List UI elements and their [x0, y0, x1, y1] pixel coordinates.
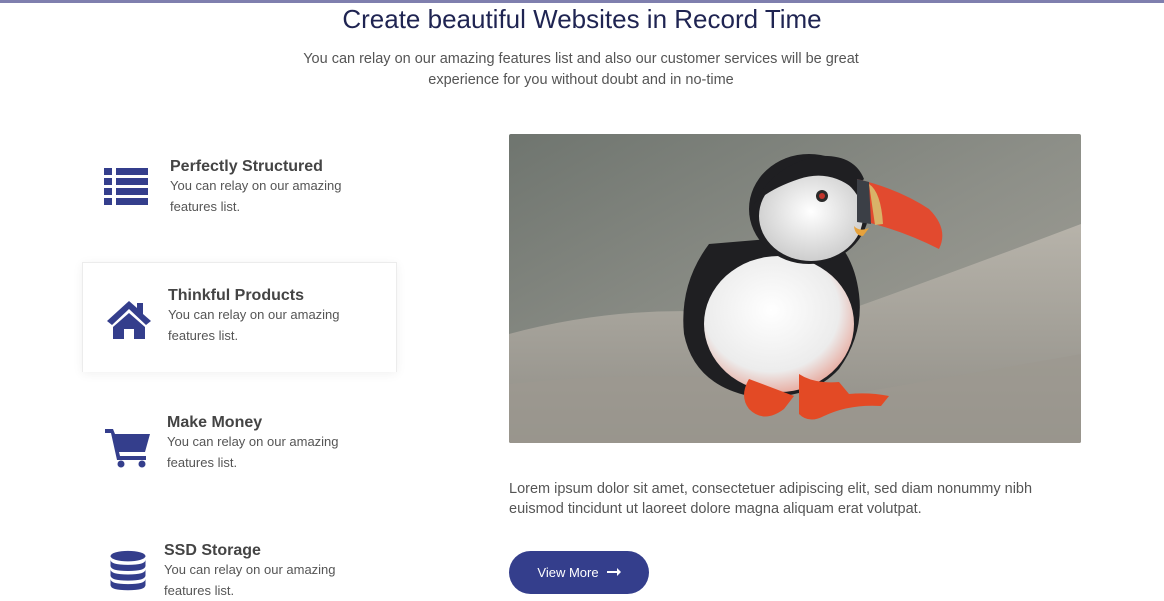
- puffin-photo: [509, 134, 1081, 443]
- feature-description: You can relay on our amazing features li…: [167, 434, 339, 470]
- feature-ssd-storage[interactable]: SSD Storage You can relay on our amazing…: [82, 518, 397, 598]
- view-more-label: View More: [537, 565, 599, 580]
- feature-description: You can relay on our amazing features li…: [164, 562, 336, 598]
- home-icon: [105, 299, 153, 341]
- feature-title: Make Money: [167, 414, 263, 431]
- feature-title: Perfectly Structured: [170, 158, 323, 175]
- feature-perfectly-structured[interactable]: Perfectly Structured You can relay on ou…: [82, 134, 397, 244]
- feature-description: You can relay on our amazing features li…: [168, 307, 340, 343]
- feature-title: SSD Storage: [164, 542, 261, 559]
- page-title: Create beautiful Websites in Record Time: [342, 4, 822, 34]
- content-paragraph: Lorem ipsum dolor sit amet, consectetuer…: [509, 481, 1033, 517]
- shopping-cart-icon: [104, 426, 152, 468]
- view-more-button[interactable]: View More: [509, 551, 649, 594]
- feature-description: You can relay on our amazing features li…: [170, 178, 342, 214]
- feature-thinkful-products[interactable]: Thinkful Products You can relay on our a…: [82, 262, 397, 372]
- list-icon: [104, 166, 152, 208]
- long-arrow-right-icon: [606, 565, 621, 580]
- feature-make-money[interactable]: Make Money You can relay on our amazing …: [82, 390, 397, 500]
- feature-title: Thinkful Products: [168, 287, 304, 304]
- database-icon: [104, 550, 152, 592]
- page-subtitle: You can relay on our amazing features li…: [303, 51, 859, 88]
